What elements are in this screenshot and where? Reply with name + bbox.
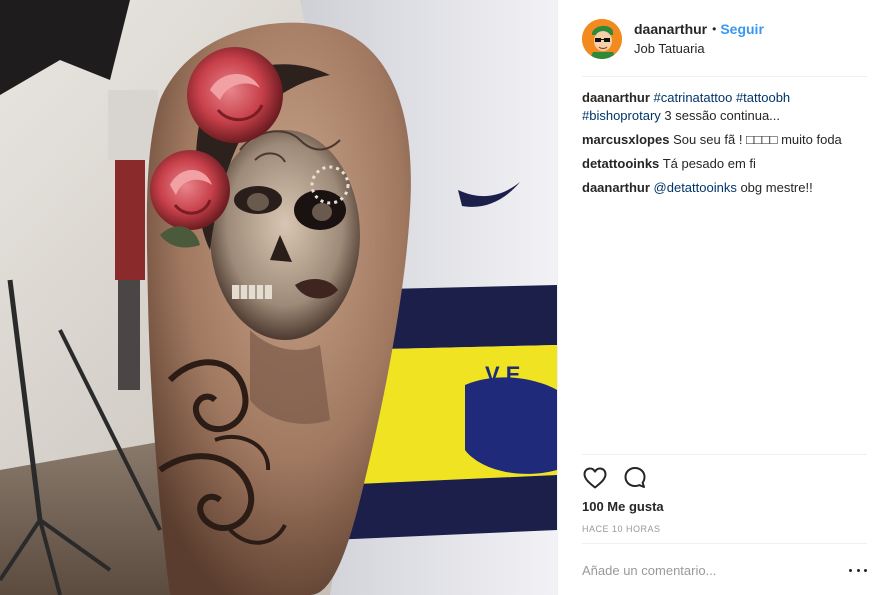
follow-button[interactable]: Seguir [720, 20, 764, 38]
comment-username-link[interactable]: daanarthur [582, 180, 650, 195]
avatar[interactable] [582, 19, 622, 59]
more-options-dot [849, 568, 852, 572]
post-header: daanarthur • Seguir Job Tatuaria [582, 17, 868, 61]
comment-divider [582, 543, 867, 544]
post-actions [582, 463, 662, 493]
comment-item: daanarthur #catrinatattoo #tattoobh #bis… [582, 89, 868, 125]
more-options-button[interactable] [849, 562, 867, 578]
comment-item: marcusxlopes Sou seu fã ! □□□□ muito fod… [582, 131, 868, 149]
header-username-link[interactable]: daanarthur [634, 20, 707, 38]
hashtag-link[interactable]: #tattoobh [736, 90, 790, 105]
post-photo[interactable]: V E [0, 0, 557, 595]
header-divider [582, 76, 867, 77]
comment-item: detattooinks Tá pesado em fi [582, 155, 868, 173]
hashtag-link[interactable]: #bishoprotary [582, 108, 661, 123]
tattoo-arm-photo: V E [0, 0, 557, 595]
like-button[interactable] [582, 465, 608, 491]
comment-text: obg mestre!! [736, 180, 813, 195]
comment-bubble-icon [624, 467, 646, 488]
more-options-dot [856, 568, 860, 572]
instagram-post: V E daanarthur • Seguir Job Tatuaria daa… [0, 0, 891, 595]
comment-text: Tá pesado em fi [662, 156, 756, 171]
post-timestamp[interactable]: HACE 10 HORAS [582, 523, 661, 535]
more-options-dot [864, 568, 867, 572]
heart-icon [583, 467, 607, 489]
comment-text: Sou seu fã ! □□□□ muito foda [673, 132, 842, 147]
cartoon-avatar-icon [582, 19, 622, 59]
comment-username-link[interactable]: daanarthur [582, 90, 650, 105]
comment-username-link[interactable]: marcusxlopes [582, 132, 669, 147]
comment-button[interactable] [622, 465, 648, 491]
location-link[interactable]: Job Tatuaria [634, 40, 764, 58]
comment-item: daanarthur @detattooinks obg mestre!! [582, 179, 868, 197]
mention-link[interactable]: @detattooinks [654, 180, 737, 195]
comment-username-link[interactable]: detattooinks [582, 156, 659, 171]
add-comment-input[interactable] [582, 555, 822, 585]
actions-divider [582, 454, 867, 455]
hashtag-link[interactable]: #catrinatattoo [654, 90, 733, 105]
comment-text: 3 sessão continua... [660, 108, 781, 123]
comments-list: daanarthur #catrinatattoo #tattoobh #bis… [582, 89, 868, 203]
header-separator: • [712, 22, 717, 36]
header-user-line: daanarthur • Seguir [634, 20, 764, 38]
likes-count[interactable]: 100 Me gusta [582, 498, 664, 516]
post-side-panel: daanarthur • Seguir Job Tatuaria daanart… [557, 0, 891, 595]
header-text: daanarthur • Seguir Job Tatuaria [634, 20, 764, 58]
svg-text:V E: V E [485, 362, 520, 387]
